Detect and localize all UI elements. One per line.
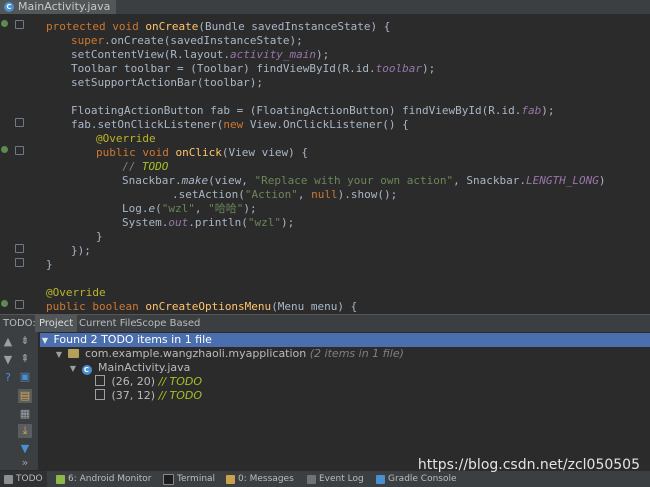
fold-marker-icon[interactable]: [15, 20, 24, 29]
fold-marker-icon[interactable]: [15, 258, 24, 267]
code-line-todo: // TODO: [122, 160, 169, 173]
override-gutter-icon[interactable]: [1, 20, 8, 27]
flatten-packages-icon[interactable]: ⤓: [18, 424, 32, 438]
terminal-button[interactable]: Terminal: [163, 471, 215, 487]
code-editor[interactable]: protected void onCreate(Bundle savedInst…: [0, 15, 650, 314]
editor-tab-bar: C MainActivity.java: [0, 0, 650, 15]
android-monitor-button[interactable]: 6: Android Monitor: [56, 471, 152, 487]
code-line: Snackbar.make(view, "Replace with your o…: [122, 174, 606, 187]
code-line: @Override: [46, 286, 106, 299]
expanded-arrow-icon[interactable]: ▼: [40, 334, 50, 348]
tree-file-row[interactable]: ▼ C MainActivity.java: [68, 361, 650, 375]
code-line: });: [71, 244, 91, 257]
event-log-button[interactable]: Event Log: [307, 471, 364, 487]
expanded-arrow-icon[interactable]: ▼: [68, 362, 78, 376]
java-class-icon: C: [4, 2, 14, 12]
expand-all-icon[interactable]: ⇟: [18, 334, 32, 348]
package-folder-icon: [67, 349, 79, 358]
code-line: fab.setOnClickListener(new View.OnClickL…: [71, 118, 409, 131]
override-gutter-icon[interactable]: [1, 146, 8, 153]
group-by-module-icon[interactable]: ▤: [18, 389, 32, 403]
editor-tab-label: MainActivity.java: [18, 0, 111, 13]
code-line: FloatingActionButton fab = (FloatingActi…: [71, 104, 555, 117]
code-line: }: [96, 230, 103, 243]
code-line: setSupportActionBar(toolbar);: [71, 76, 264, 89]
filter-icon[interactable]: ▼: [18, 442, 32, 456]
fold-marker-icon[interactable]: [15, 118, 24, 127]
help-icon[interactable]: ?: [2, 372, 14, 384]
terminal-icon: [163, 473, 174, 485]
code-text[interactable]: protected void onCreate(Bundle savedInst…: [46, 15, 650, 314]
gradle-console-icon: [376, 474, 385, 484]
code-line: setContentView(R.layout.activity_main);: [71, 48, 330, 61]
gradle-console-button[interactable]: Gradle Console: [376, 471, 457, 487]
code-line: super.onCreate(savedInstanceState);: [71, 34, 303, 47]
editor-gutter: [0, 15, 40, 314]
messages-icon: [226, 474, 235, 484]
next-occurrence-icon[interactable]: ▼: [2, 354, 14, 366]
expanded-arrow-icon[interactable]: ▼: [54, 348, 64, 362]
code-line: protected void onCreate(Bundle savedInst…: [46, 20, 391, 33]
watermark-text: https://blog.csdn.net/zcl050505: [417, 457, 640, 473]
fold-marker-icon[interactable]: [15, 300, 24, 309]
tree-todo-item[interactable]: (37, 12) // TODO: [95, 389, 650, 403]
code-line: Toolbar toolbar = (Toolbar) findViewById…: [71, 62, 436, 75]
code-line: public boolean onCreateOptionsMenu(Menu …: [46, 300, 358, 313]
tree-todo-item[interactable]: (26, 20) // TODO: [95, 375, 650, 389]
messages-button[interactable]: 0: Messages: [226, 471, 294, 487]
group-by-package-icon[interactable]: ▦: [18, 407, 32, 421]
editor-tab-mainactivity[interactable]: C MainActivity.java: [0, 0, 117, 14]
code-line: public void onClick(View view) {: [96, 146, 308, 159]
todo-item-icon: [95, 389, 105, 400]
tab-current-file[interactable]: Current File: [75, 315, 140, 332]
todo-tree[interactable]: ▼ Found 2 TODO items in 1 file ▼ com.exa…: [40, 332, 650, 470]
todo-toolbar: ▲ ▼ ? ⇟ ⇞ ▣ ▤ ▦ ⤓ ▼ »: [0, 332, 39, 470]
autoscroll-icon[interactable]: ▣: [18, 370, 32, 384]
todo-item-icon: [95, 375, 105, 386]
code-line: @Override: [96, 132, 156, 145]
code-line: System.out.println("wzl");: [122, 216, 295, 229]
todo-window-title: TODO:: [3, 318, 36, 329]
event-log-icon: [307, 474, 316, 484]
code-line: .setAction("Action", null).show();: [172, 188, 398, 201]
todo-list-icon: [4, 474, 13, 484]
override-gutter-icon[interactable]: [1, 300, 8, 307]
previous-occurrence-icon[interactable]: ▲: [2, 336, 14, 348]
ide-window: C MainActivity.java protected void onCre…: [0, 0, 650, 487]
tree-package-row[interactable]: ▼ com.example.wangzhaoli.myapplication (…: [54, 347, 650, 361]
code-line: }: [46, 258, 53, 271]
more-options-icon[interactable]: »: [18, 456, 32, 470]
todo-window-body: ▲ ▼ ? ⇟ ⇞ ▣ ▤ ▦ ⤓ ▼ » ▼ Found 2 TODO ite…: [0, 332, 650, 470]
tree-summary-row[interactable]: ▼ Found 2 TODO items in 1 file: [40, 333, 650, 347]
todo-window-header: TODO: Project Current File Scope Based: [0, 314, 650, 332]
android-icon: [56, 474, 65, 484]
fold-marker-icon[interactable]: [15, 146, 24, 155]
java-class-icon: C: [81, 365, 92, 375]
fold-marker-icon[interactable]: [15, 244, 24, 253]
tab-scope-based[interactable]: Scope Based: [132, 315, 204, 332]
collapse-all-icon[interactable]: ⇞: [18, 352, 32, 366]
tab-project[interactable]: Project: [35, 315, 78, 332]
code-line: Log.e("wzl", "哈哈");: [122, 202, 257, 215]
todo-tool-button[interactable]: TODO: [0, 471, 47, 487]
